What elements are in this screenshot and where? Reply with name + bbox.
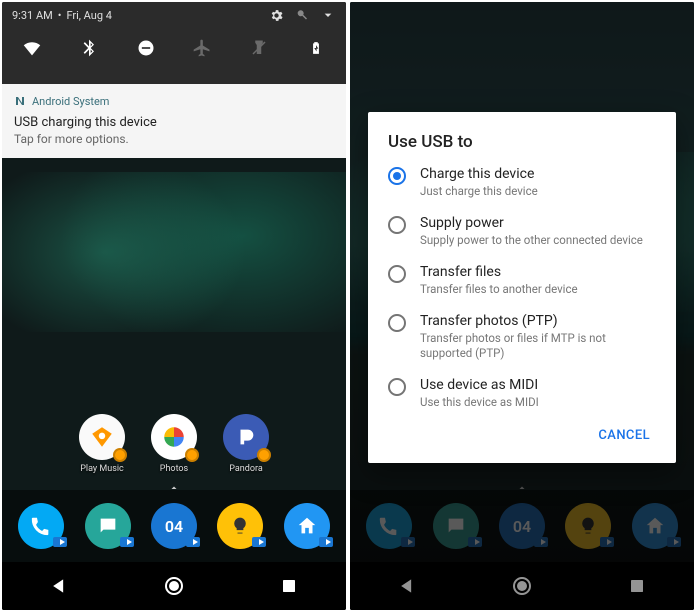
option-title: Transfer photos (PTP)	[420, 313, 656, 329]
app-label: Photos	[160, 464, 188, 474]
aurora	[2, 172, 346, 332]
notification-title: USB charging this device	[14, 115, 334, 130]
wrench-icon	[296, 9, 308, 21]
option-subtitle: Transfer photos or files if MTP is not s…	[420, 331, 656, 361]
app-label: Play Music	[80, 464, 124, 474]
notification-shade-header[interactable]: 9:31 AM • Fri, Aug 4	[2, 2, 346, 84]
nav-recents-icon[interactable]	[275, 572, 303, 600]
usb-option-supply-power[interactable]: Supply power Supply power to the other c…	[388, 215, 656, 248]
qs-wifi-icon[interactable]	[20, 36, 44, 60]
usb-option-ptp[interactable]: Transfer photos (PTP) Transfer photos or…	[388, 313, 656, 361]
phone-left: 9:31 AM • Fri, Aug 4	[2, 2, 346, 610]
qs-flashlight-icon[interactable]	[247, 36, 271, 60]
option-title: Use device as MIDI	[420, 377, 539, 393]
option-title: Charge this device	[420, 166, 538, 182]
app-photos[interactable]: Photos	[151, 414, 197, 474]
qs-dnd-icon[interactable]	[134, 36, 158, 60]
calendar-day: 04	[165, 517, 183, 536]
quick-settings-row	[2, 28, 346, 60]
option-subtitle: Just charge this device	[420, 184, 538, 199]
dialog-title: Use USB to	[388, 132, 656, 152]
option-subtitle: Supply power to the other connected devi…	[420, 233, 643, 248]
phone-right: 9:31 04 Use USB to Charge this device Ju…	[350, 2, 694, 610]
notification-card[interactable]: Android System USB charging this device …	[2, 84, 346, 158]
dock-ideas-icon[interactable]	[217, 503, 263, 549]
settings-gear-icon[interactable]	[269, 8, 284, 23]
option-subtitle: Use this device as MIDI	[420, 395, 539, 410]
radio-icon[interactable]	[388, 378, 406, 396]
qs-battery-icon[interactable]	[304, 36, 328, 60]
dock: 04	[2, 490, 346, 562]
radio-icon[interactable]	[388, 167, 406, 185]
app-label: Pandora	[229, 464, 262, 474]
usb-option-transfer-files[interactable]: Transfer files Transfer files to another…	[388, 264, 656, 297]
dock-phone-icon[interactable]	[18, 503, 64, 549]
radio-icon[interactable]	[388, 216, 406, 234]
option-subtitle: Transfer files to another device	[420, 282, 578, 297]
app-pandora[interactable]: Pandora	[223, 414, 269, 474]
app-play-music[interactable]: Play Music	[79, 414, 125, 474]
home-app-row: Play Music Photos Pandora	[2, 414, 346, 474]
nav-back-icon[interactable]	[45, 572, 73, 600]
option-title: Transfer files	[420, 264, 578, 280]
status-separator: •	[58, 9, 62, 22]
status-bar: 9:31 AM • Fri, Aug 4	[2, 2, 346, 28]
nav-home-icon[interactable]	[160, 572, 188, 600]
qs-bluetooth-icon[interactable]	[77, 36, 101, 60]
dock-messages-icon[interactable]	[85, 503, 131, 549]
cancel-button[interactable]: CANCEL	[592, 420, 656, 451]
qs-airplane-icon[interactable]	[190, 36, 214, 60]
navigation-bar	[2, 562, 346, 610]
status-time: 9:31 AM	[12, 9, 53, 22]
notification-app-name: Android System	[32, 95, 109, 108]
android-n-icon	[14, 92, 26, 111]
dock-calendar-icon[interactable]: 04	[151, 503, 197, 549]
status-date: Fri, Aug 4	[66, 9, 112, 22]
radio-icon[interactable]	[388, 265, 406, 283]
option-title: Supply power	[420, 215, 643, 231]
expand-chevron-icon[interactable]	[320, 7, 336, 23]
usb-dialog: Use USB to Charge this device Just charg…	[368, 112, 676, 463]
radio-icon[interactable]	[388, 314, 406, 332]
dock-home-icon[interactable]	[284, 503, 330, 549]
notification-subtitle: Tap for more options.	[14, 132, 334, 146]
usb-option-charge[interactable]: Charge this device Just charge this devi…	[388, 166, 656, 199]
usb-option-midi[interactable]: Use device as MIDI Use this device as MI…	[388, 377, 656, 410]
